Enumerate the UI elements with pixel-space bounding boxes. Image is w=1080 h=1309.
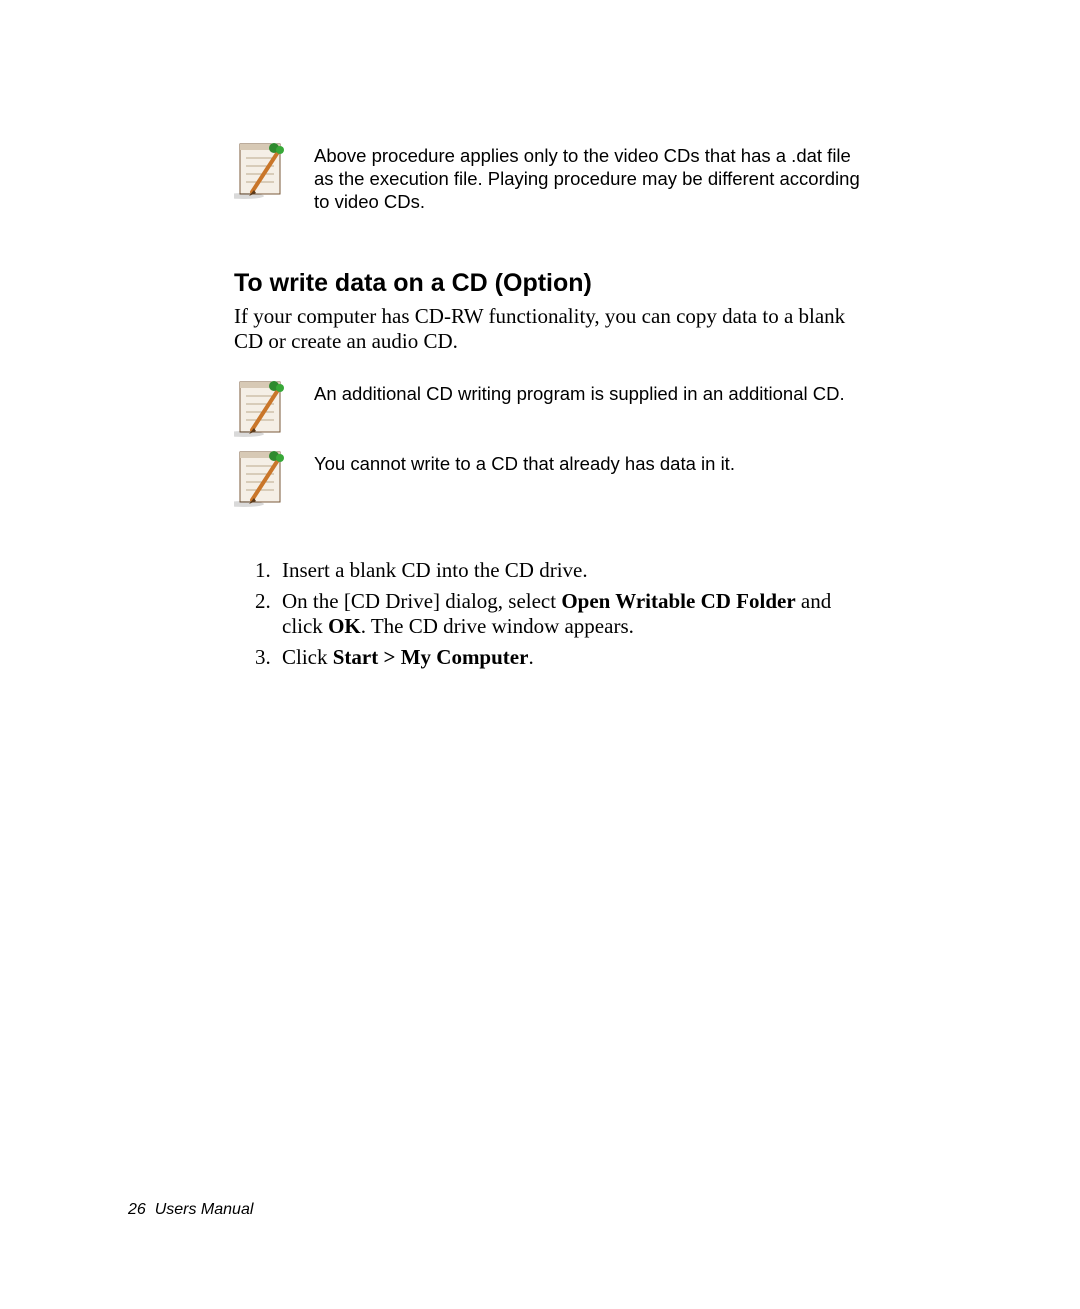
notepad-pencil-icon [234,376,292,440]
note-text: You cannot write to a CD that already ha… [314,446,735,475]
step-text: Click [282,645,333,669]
note-text: Above procedure applies only to the vide… [314,138,862,213]
notepad-pencil-icon [234,446,292,510]
page: Above procedure applies only to the vide… [0,0,1080,1309]
step-item: Click Start > My Computer. [276,645,862,670]
step-text: On the [CD Drive] dialog, select [282,589,561,613]
content-area: Above procedure applies only to the vide… [234,138,862,676]
step-bold: Start > My Computer [333,645,529,669]
note-row: You cannot write to a CD that already ha… [234,446,862,510]
page-number: 26 [128,1201,146,1218]
note-row: Above procedure applies only to the vide… [234,138,862,213]
step-bold: Open Writable CD Folder [561,589,795,613]
section-heading: To write data on a CD (Option) [234,269,862,298]
step-text: Insert a blank CD into the CD drive. [282,558,588,582]
notepad-pencil-icon [234,138,292,202]
step-item: Insert a blank CD into the CD drive. [276,558,862,583]
footer-title: Users Manual [155,1201,254,1218]
step-text: . The CD drive window appears. [361,614,634,638]
note-row: An additional CD writing program is supp… [234,376,862,440]
steps-list: Insert a blank CD into the CD drive. On … [234,558,862,670]
page-footer: 26 Users Manual [128,1201,253,1219]
step-item: On the [CD Drive] dialog, select Open Wr… [276,589,862,639]
step-text: . [528,645,533,669]
section-intro: If your computer has CD-RW functionality… [234,304,862,354]
step-bold: OK [328,614,361,638]
notes-stack: An additional CD writing program is supp… [234,376,862,510]
note-text: An additional CD writing program is supp… [314,376,845,405]
